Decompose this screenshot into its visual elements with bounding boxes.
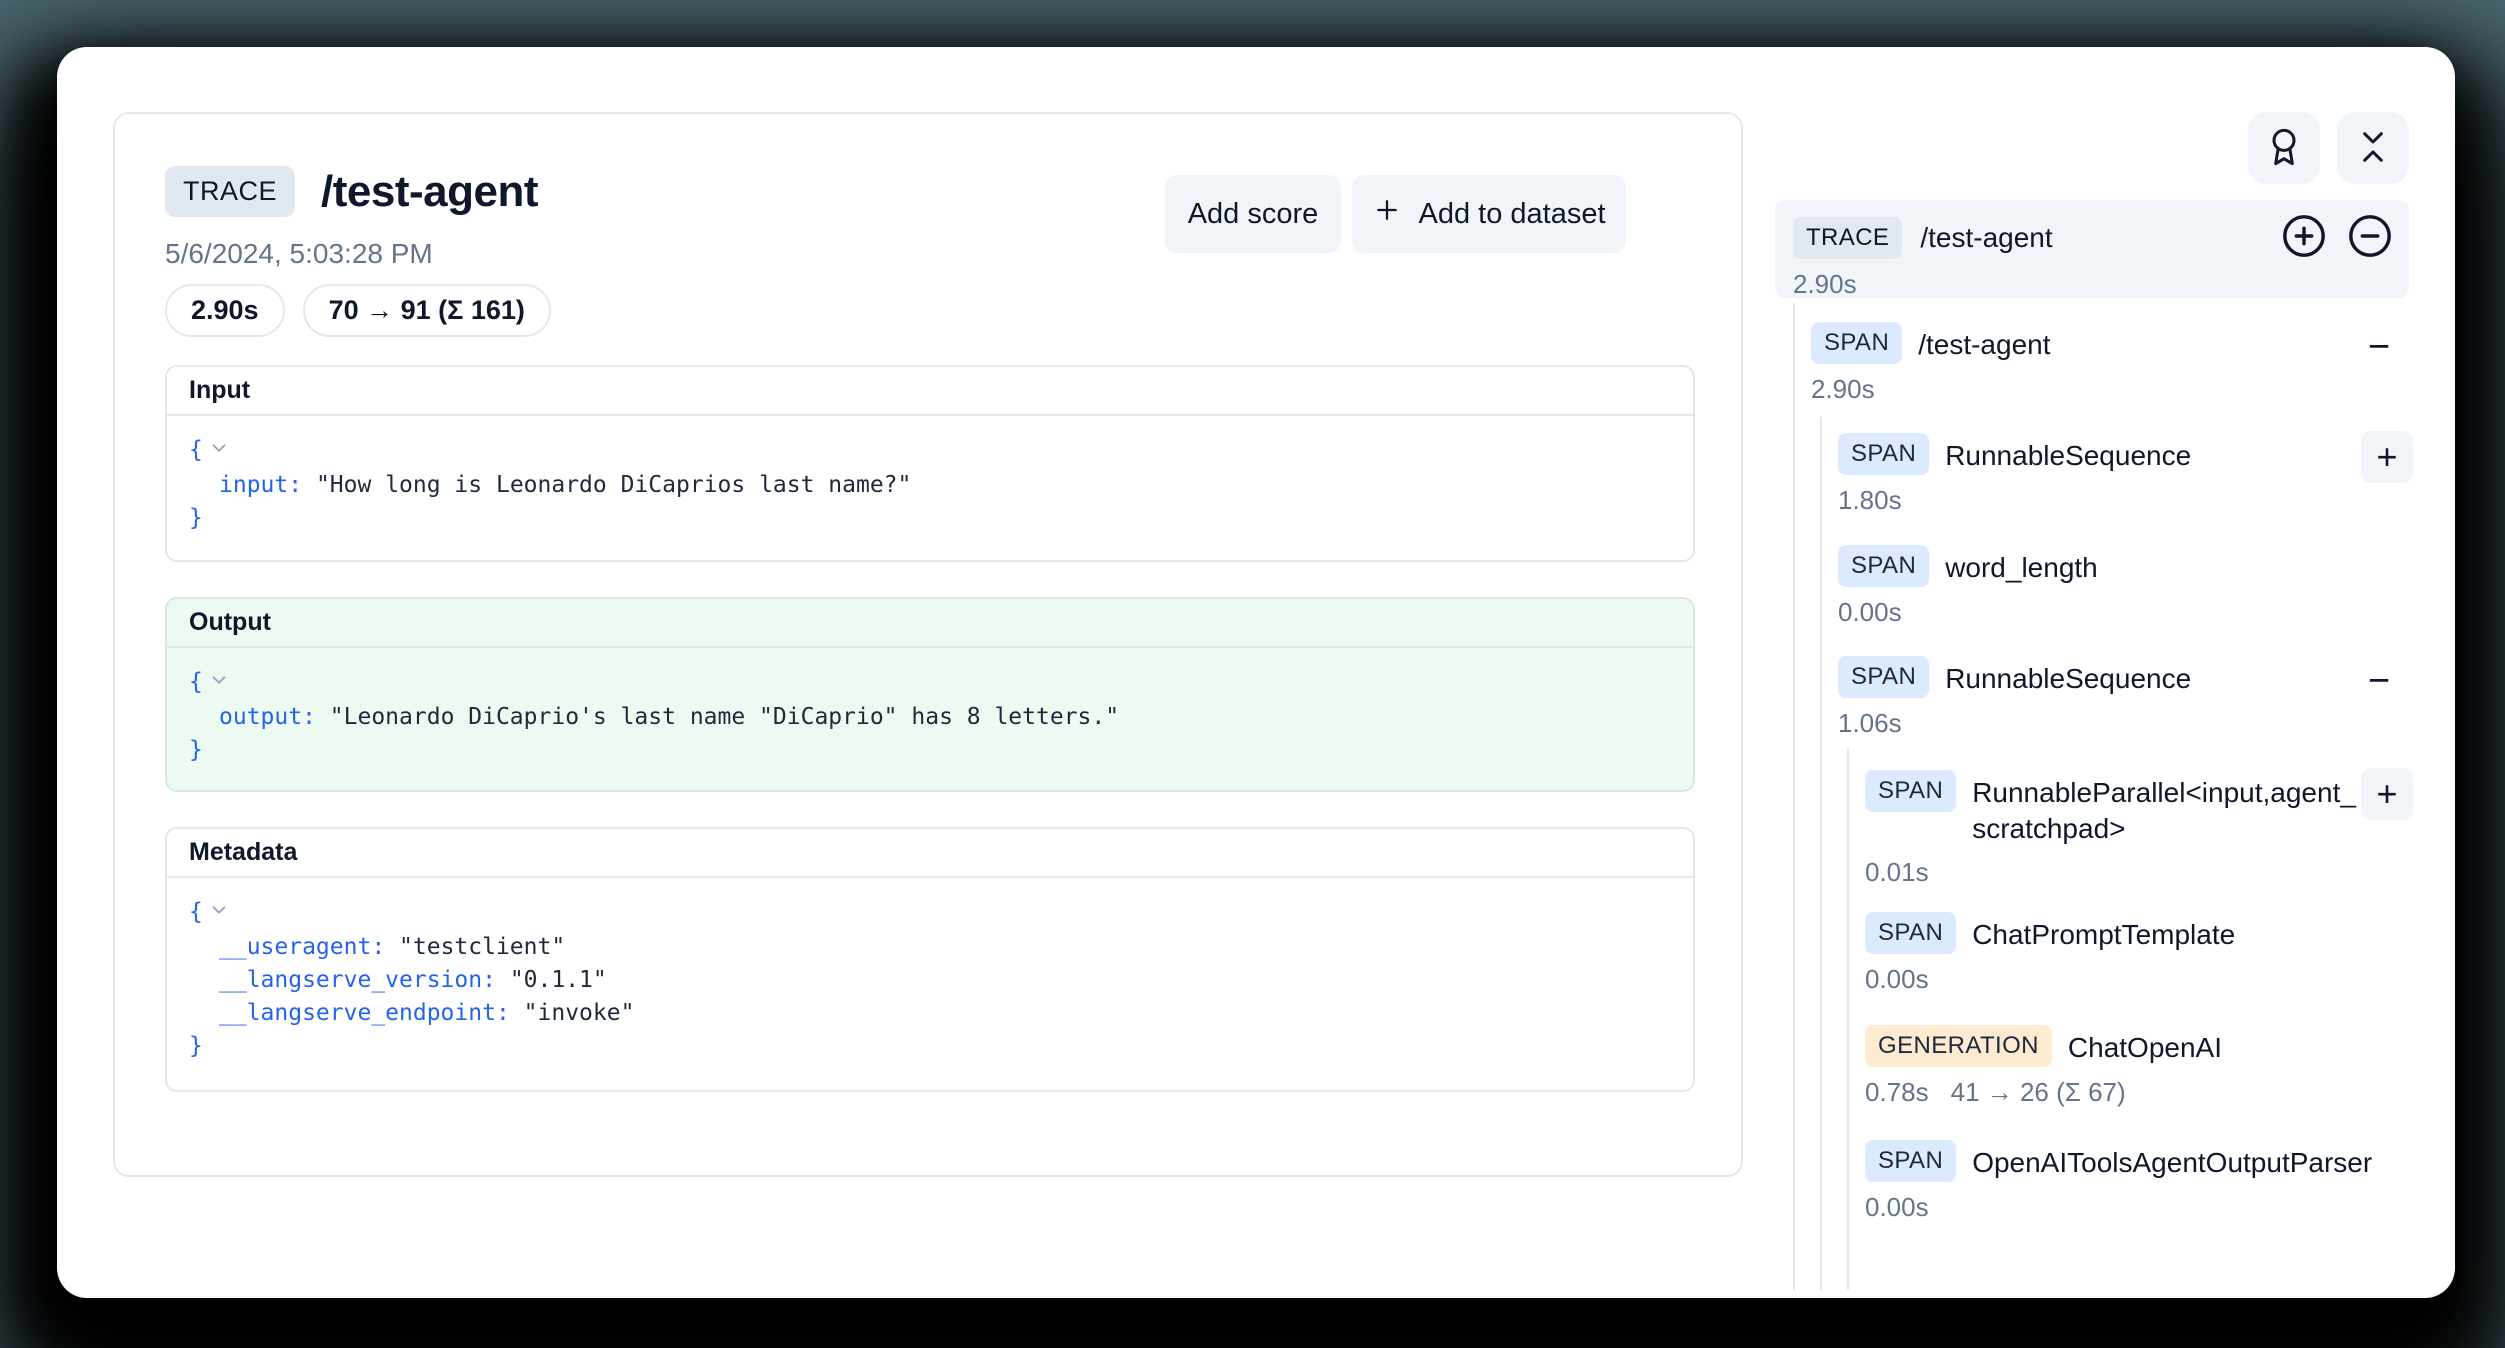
span-latency: 0.00s [1865, 1192, 1929, 1223]
span-badge: SPAN [1838, 656, 1929, 698]
input-panel-title: Input [167, 367, 1693, 416]
generation-token-usage: 41 → 26 (Σ 67) [1951, 1077, 2126, 1108]
tree-indent-guide [1793, 303, 1795, 1290]
span-name: word_length [1945, 545, 2098, 586]
tree-row-generation[interactable]: GENERATION ChatOpenAI 0.78s 41 → 26 (Σ 6… [1865, 1025, 2222, 1108]
tree-row-span[interactable]: SPAN ChatPromptTemplate 0.00s [1865, 912, 2235, 995]
trace-badge: TRACE [1793, 217, 1902, 259]
expand-node-button[interactable]: + [2361, 431, 2413, 483]
collapse-all-button[interactable] [2337, 112, 2409, 184]
add-to-dataset-label: Add to dataset [1418, 198, 1605, 231]
chevrons-down-up-icon [2353, 127, 2393, 170]
latency-badge: 2.90s [165, 284, 285, 337]
circle-plus-icon [2281, 213, 2327, 262]
generation-badge: GENERATION [1865, 1025, 2052, 1067]
span-name: /test-agent [1918, 322, 2050, 363]
add-score-label: Add score [1188, 198, 1319, 231]
tree-row-trace-selected[interactable]: TRACE /test-agent 2.90s [1775, 200, 2409, 298]
span-latency: 0.00s [1865, 964, 1929, 995]
span-name: ChatPromptTemplate [1972, 912, 2235, 953]
annotate-award-button[interactable] [2248, 112, 2320, 184]
trace-name: /test-agent [1920, 222, 2052, 254]
trace-stats-row: 2.90s 70 → 91 (Σ 161) [165, 284, 551, 337]
json-line-open[interactable]: { [189, 896, 1671, 931]
json-line-open[interactable]: { [189, 666, 1671, 701]
json-entry: input: "How long is Leonardo DiCaprios l… [189, 469, 1671, 502]
collapse-node-button[interactable]: − [2357, 659, 2401, 703]
tree-row-span[interactable]: SPAN RunnableSequence 1.06s [1838, 656, 2191, 739]
metadata-panel: Metadata { __useragent: "testclient" __l… [165, 827, 1695, 1092]
output-panel-title: Output [167, 599, 1693, 648]
tree-row-span[interactable]: SPAN OpenAIToolsAgentOutputParser 0.00s [1865, 1140, 2372, 1223]
trace-type-badge: TRACE [165, 166, 295, 217]
json-entry: __useragent: "testclient" [189, 931, 1671, 964]
json-line-open[interactable]: { [189, 434, 1671, 469]
expand-all-button[interactable] [2281, 213, 2327, 262]
chevron-down-icon [208, 898, 230, 931]
json-entry: output: "Leonardo DiCaprio's last name "… [189, 701, 1671, 734]
tree-row-span[interactable]: SPAN RunnableSequence 1.80s [1838, 433, 2191, 516]
span-name: RunnableSequence [1945, 433, 2191, 474]
generation-name: ChatOpenAI [2068, 1025, 2222, 1066]
output-panel: Output { output: "Leonardo DiCaprio's la… [165, 597, 1695, 792]
circle-minus-icon [2347, 213, 2393, 262]
trace-latency: 2.90s [1793, 269, 2393, 300]
span-badge: SPAN [1865, 912, 1956, 954]
add-to-dataset-button[interactable]: Add to dataset [1352, 175, 1626, 253]
json-line-close: } [189, 502, 1671, 535]
span-latency: 1.80s [1838, 485, 1902, 516]
award-icon [2264, 127, 2304, 170]
span-latency: 0.00s [1838, 597, 1902, 628]
span-badge: SPAN [1838, 545, 1929, 587]
token-usage-badge: 70 → 91 (Σ 161) [303, 284, 551, 337]
metadata-json-viewer: { __useragent: "testclient" __langserve_… [167, 878, 1693, 1081]
json-entry: __langserve_endpoint: "invoke" [189, 997, 1671, 1030]
tree-indent-guide [1820, 417, 1822, 1290]
add-score-button[interactable]: Add score [1165, 175, 1341, 253]
span-name: OpenAIToolsAgentOutputParser [1972, 1140, 2372, 1181]
json-line-close: } [189, 1030, 1671, 1063]
span-name: RunnableSequence [1945, 656, 2191, 697]
span-badge: SPAN [1838, 433, 1929, 475]
trace-detail-card: TRACE /test-agent 5/6/2024, 5:03:28 PM 2… [113, 112, 1743, 1177]
span-badge: SPAN [1865, 1140, 1956, 1182]
trace-header: TRACE /test-agent [165, 166, 538, 217]
tree-row-span[interactable]: SPAN /test-agent 2.90s [1811, 322, 2051, 405]
metadata-panel-title: Metadata [167, 829, 1693, 878]
app-window: TRACE /test-agent 5/6/2024, 5:03:28 PM 2… [57, 47, 2455, 1298]
span-latency: 1.06s [1838, 708, 1902, 739]
page-title: /test-agent [321, 167, 538, 217]
json-entry: __langserve_version: "0.1.1" [189, 964, 1671, 997]
input-json-viewer: { input: "How long is Leonardo DiCaprios… [167, 416, 1693, 553]
generation-latency: 0.78s [1865, 1077, 1929, 1108]
tree-row-span[interactable]: SPAN word_length 0.00s [1838, 545, 2098, 628]
trace-timestamp: 5/6/2024, 5:03:28 PM [165, 238, 433, 270]
span-latency: 2.90s [1811, 374, 1875, 405]
tree-indent-guide [1847, 749, 1849, 1290]
input-panel: Input { input: "How long is Leonardo DiC… [165, 365, 1695, 562]
span-badge: SPAN [1865, 770, 1956, 812]
plus-icon [1372, 195, 1402, 233]
span-latency: 0.01s [1865, 857, 1929, 888]
tree-row-span[interactable]: SPAN RunnableParallel<input,agent_scratc… [1865, 770, 2364, 888]
span-name: RunnableParallel<input,agent_scratchpad> [1972, 770, 2364, 847]
chevron-down-icon [208, 668, 230, 701]
output-json-viewer: { output: "Leonardo DiCaprio's last name… [167, 648, 1693, 785]
chevron-down-icon [208, 436, 230, 469]
collapse-all-tree-button[interactable] [2347, 213, 2393, 262]
collapse-node-button[interactable]: − [2357, 325, 2401, 369]
span-badge: SPAN [1811, 322, 1902, 364]
expand-node-button[interactable]: + [2361, 768, 2413, 820]
json-line-close: } [189, 734, 1671, 767]
